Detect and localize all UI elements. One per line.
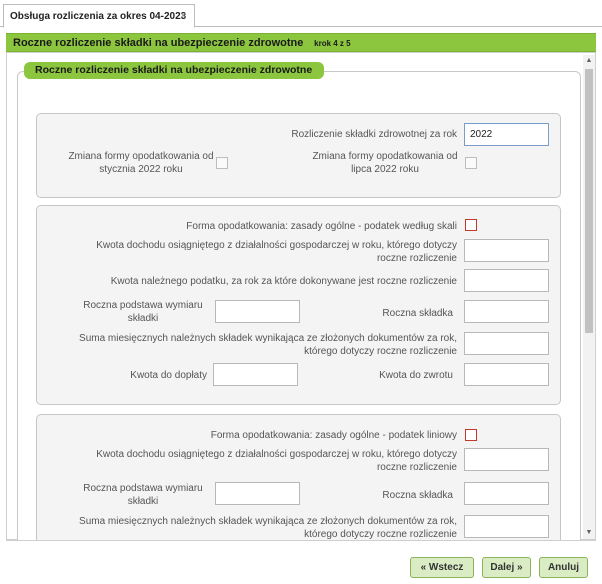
linear-sum-input[interactable] bbox=[464, 515, 549, 538]
next-button[interactable]: Dalej » bbox=[482, 557, 531, 578]
back-button[interactable]: « Wstecz bbox=[410, 557, 474, 578]
close-icon[interactable]: × bbox=[180, 10, 186, 22]
scale-base-label: Roczna podstawa wymiaru składki bbox=[83, 300, 203, 324]
scale-to-refund-label: Kwota do zwrotu bbox=[379, 370, 453, 381]
bottom-divider bbox=[6, 540, 596, 541]
year-label: Rozliczenie składki zdrowotnej za rok bbox=[291, 129, 457, 140]
scale-base-input[interactable] bbox=[215, 300, 300, 323]
tab-settlement[interactable]: Obsługa rozliczenia za okres 04-2023 × bbox=[3, 4, 195, 28]
vertical-scrollbar[interactable]: ▲ ▼ bbox=[583, 55, 595, 539]
change-jan-checkbox[interactable] bbox=[216, 157, 228, 169]
linear-base-label: Roczna podstawa wymiaru składki bbox=[83, 483, 203, 507]
scale-sum-input[interactable] bbox=[464, 332, 549, 355]
change-jul-label: Zmiana formy opodatkowania od lipca 2022… bbox=[312, 151, 458, 175]
linear-annual-contribution-input[interactable] bbox=[464, 482, 549, 505]
scroll-up-icon[interactable]: ▲ bbox=[583, 55, 595, 67]
wizard-header: Roczne rozliczenie składki na ubezpiecze… bbox=[6, 33, 596, 52]
scale-form-label: Forma opodatkowania: zasady ogólne - pod… bbox=[186, 221, 457, 232]
scale-to-pay-label: Kwota do dopłaty bbox=[130, 370, 207, 381]
scale-sum-label: Suma miesięcznych należnych składek wyni… bbox=[79, 333, 457, 357]
scale-annual-contribution-input[interactable] bbox=[464, 300, 549, 323]
linear-form-checkbox[interactable] bbox=[465, 429, 477, 441]
scale-annual-contribution-label: Roczna składka bbox=[382, 308, 453, 319]
scroll-area: Roczne rozliczenie składki na ubezpiecze… bbox=[15, 61, 581, 541]
linear-form-label: Forma opodatkowania: zasady ogólne - pod… bbox=[210, 430, 457, 441]
scale-to-refund-input[interactable] bbox=[464, 363, 549, 386]
scale-to-pay-input[interactable] bbox=[213, 363, 298, 386]
wizard-step: krok 4 z 5 bbox=[314, 39, 351, 48]
scroll-down-icon[interactable]: ▼ bbox=[583, 527, 595, 539]
linear-sum-label: Suma miesięcznych należnych składek wyni… bbox=[79, 516, 457, 540]
tab-title: Obsługa rozliczenia za okres 04-2023 bbox=[10, 11, 187, 22]
scale-form-checkbox[interactable] bbox=[465, 219, 477, 231]
scale-income-input[interactable] bbox=[464, 239, 549, 262]
linear-base-input[interactable] bbox=[215, 482, 300, 505]
scale-tax-label: Kwota należnego podatku, za rok za które… bbox=[110, 276, 457, 287]
scale-tax-input[interactable] bbox=[464, 269, 549, 292]
cancel-button[interactable]: Anuluj bbox=[539, 557, 588, 578]
linear-annual-contribution-label: Roczna składka bbox=[382, 490, 453, 501]
scale-tax-panel: Forma opodatkowania: zasady ogólne - pod… bbox=[36, 205, 561, 405]
tab-strip: Obsługa rozliczenia za okres 04-2023 × bbox=[0, 0, 602, 28]
change-jan-label: Zmiana formy opodatkowania od stycznia 2… bbox=[68, 151, 214, 175]
scroll-thumb[interactable] bbox=[585, 69, 593, 333]
scale-income-label: Kwota dochodu osiągniętego z działalnośc… bbox=[96, 240, 457, 264]
wizard-title: Roczne rozliczenie składki na ubezpiecze… bbox=[13, 37, 304, 49]
content-frame: Roczne rozliczenie składki na ubezpiecze… bbox=[6, 52, 596, 541]
linear-tax-panel: Forma opodatkowania: zasady ogólne - pod… bbox=[36, 414, 561, 541]
linear-income-label: Kwota dochodu osiągniętego z działalnośc… bbox=[96, 449, 457, 473]
year-panel: Rozliczenie składki zdrowotnej za rok 20… bbox=[36, 113, 561, 198]
change-jul-checkbox[interactable] bbox=[465, 157, 477, 169]
health-contribution-group: Rozliczenie składki zdrowotnej za rok 20… bbox=[17, 71, 581, 541]
group-legend: Roczne rozliczenie składki na ubezpiecze… bbox=[24, 62, 325, 79]
linear-income-input[interactable] bbox=[464, 448, 549, 471]
year-input[interactable]: 2022 bbox=[464, 123, 549, 146]
